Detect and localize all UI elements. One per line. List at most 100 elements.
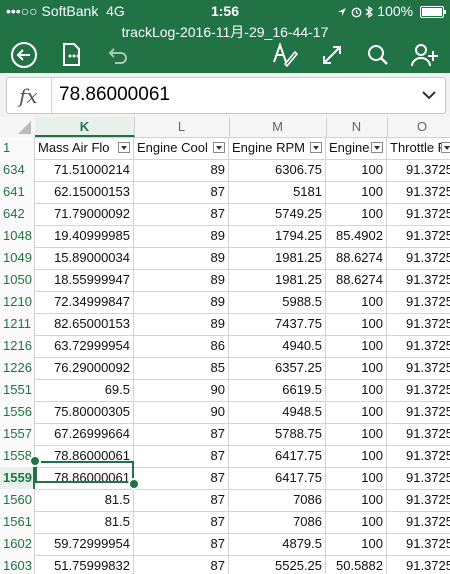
table-cell[interactable]: 51.75999832 [35, 555, 134, 574]
row-number[interactable]: 1602 [0, 533, 35, 555]
table-cell[interactable]: 91.3725 [387, 181, 450, 203]
row-number[interactable]: 1551 [0, 379, 35, 401]
column-letter-l[interactable]: L [134, 117, 230, 137]
table-cell[interactable]: 100 [326, 357, 387, 379]
selection-handle-bottom-right[interactable] [128, 478, 140, 490]
filter-dropdown-icon[interactable] [371, 142, 383, 153]
back-icon[interactable] [8, 38, 40, 72]
table-cell[interactable]: 85.4902 [326, 225, 387, 247]
table-cell[interactable]: 1981.25 [229, 269, 326, 291]
row-number[interactable]: 1210 [0, 291, 35, 313]
table-cell[interactable]: 1794.25 [229, 225, 326, 247]
row-number[interactable]: 1557 [0, 423, 35, 445]
share-icon[interactable] [408, 38, 442, 72]
table-cell[interactable]: 90 [134, 379, 229, 401]
table-cell[interactable]: 91.3725 [387, 467, 450, 489]
table-cell[interactable]: 100 [326, 489, 387, 511]
table-cell[interactable]: 100 [326, 159, 387, 181]
table-cell[interactable]: 100 [326, 467, 387, 489]
table-cell[interactable]: 76.29000092 [35, 357, 134, 379]
undo-icon[interactable] [104, 38, 132, 72]
table-cell[interactable]: 85 [134, 357, 229, 379]
table-cell[interactable]: 7086 [229, 489, 326, 511]
table-cell[interactable]: 87 [134, 511, 229, 533]
table-cell[interactable]: 91.3725 [387, 533, 450, 555]
table-cell[interactable]: 91.3725 [387, 423, 450, 445]
header-cell[interactable]: Mass Air Flo [35, 137, 134, 159]
table-cell[interactable]: 6357.25 [229, 357, 326, 379]
search-icon[interactable] [364, 38, 392, 72]
table-cell[interactable]: 81.5 [35, 511, 134, 533]
column-letter-n[interactable]: N [326, 117, 388, 137]
table-cell[interactable]: 89 [134, 247, 229, 269]
row-number[interactable]: 1 [0, 137, 35, 159]
table-cell[interactable]: 7437.75 [229, 313, 326, 335]
row-number[interactable]: 1226 [0, 357, 35, 379]
table-cell[interactable]: 4948.5 [229, 401, 326, 423]
formula-value[interactable]: 78.86000061 [59, 84, 170, 106]
row-number[interactable]: 1559 [0, 467, 35, 489]
table-cell[interactable]: 87 [134, 203, 229, 225]
expand-icon[interactable] [318, 38, 346, 72]
table-cell[interactable]: 5749.25 [229, 203, 326, 225]
table-cell[interactable]: 91.3725 [387, 225, 450, 247]
filter-dropdown-icon[interactable] [310, 142, 322, 153]
table-cell[interactable]: 69.5 [35, 379, 134, 401]
table-cell[interactable]: 4940.5 [229, 335, 326, 357]
select-all-corner[interactable] [0, 117, 36, 137]
header-cell[interactable]: Engine RPM [229, 137, 326, 159]
row-number[interactable]: 634 [0, 159, 35, 181]
save-icon[interactable] [58, 38, 86, 72]
table-cell[interactable]: 86 [134, 335, 229, 357]
table-cell[interactable]: 5525.25 [229, 555, 326, 574]
row-number[interactable]: 1050 [0, 269, 35, 291]
table-cell[interactable]: 100 [326, 533, 387, 555]
row-number[interactable]: 1211 [0, 313, 35, 335]
table-cell[interactable]: 87 [134, 555, 229, 574]
table-cell[interactable]: 91.3725 [387, 313, 450, 335]
table-cell[interactable]: 100 [326, 203, 387, 225]
table-cell[interactable]: 91.3725 [387, 291, 450, 313]
table-cell[interactable]: 67.26999664 [35, 423, 134, 445]
row-number[interactable]: 641 [0, 181, 35, 203]
table-cell[interactable]: 88.6274 [326, 247, 387, 269]
table-cell[interactable]: 91.3725 [387, 203, 450, 225]
table-cell[interactable]: 87 [134, 445, 229, 467]
row-number[interactable]: 1603 [0, 555, 35, 574]
table-cell[interactable]: 91.3725 [387, 269, 450, 291]
table-cell[interactable]: 91.3725 [387, 335, 450, 357]
header-cell[interactable]: Engine Cool [134, 137, 229, 159]
table-cell[interactable]: 100 [326, 423, 387, 445]
column-letter-k[interactable]: K [35, 117, 135, 137]
table-cell[interactable]: 18.55999947 [35, 269, 134, 291]
table-cell[interactable]: 100 [326, 291, 387, 313]
table-cell[interactable]: 5788.75 [229, 423, 326, 445]
table-cell[interactable]: 100 [326, 313, 387, 335]
row-number[interactable]: 1049 [0, 247, 35, 269]
table-cell[interactable]: 4879.5 [229, 533, 326, 555]
row-number[interactable]: 642 [0, 203, 35, 225]
table-cell[interactable]: 89 [134, 159, 229, 181]
row-number[interactable]: 1556 [0, 401, 35, 423]
table-cell[interactable]: 87 [134, 533, 229, 555]
table-cell[interactable]: 19.40999985 [35, 225, 134, 247]
table-cell[interactable]: 81.5 [35, 489, 134, 511]
filter-dropdown-icon[interactable] [441, 142, 450, 153]
table-cell[interactable]: 62.15000153 [35, 181, 134, 203]
table-cell[interactable]: 91.3725 [387, 357, 450, 379]
table-cell[interactable]: 7086 [229, 511, 326, 533]
table-cell[interactable]: 89 [134, 269, 229, 291]
table-cell[interactable]: 75.80000305 [35, 401, 134, 423]
table-cell[interactable]: 71.79000092 [35, 203, 134, 225]
table-cell[interactable]: 100 [326, 379, 387, 401]
table-cell[interactable]: 87 [134, 467, 229, 489]
table-cell[interactable]: 91.3725 [387, 445, 450, 467]
header-cell[interactable]: Throttle Po [387, 137, 450, 159]
table-cell[interactable]: 100 [326, 335, 387, 357]
column-letter-o[interactable]: O [387, 117, 450, 137]
table-cell[interactable]: 91.3725 [387, 401, 450, 423]
table-cell[interactable]: 78.86000061 [35, 445, 134, 467]
table-cell[interactable]: 100 [326, 401, 387, 423]
table-cell[interactable]: 100 [326, 511, 387, 533]
table-cell[interactable]: 91.3725 [387, 511, 450, 533]
